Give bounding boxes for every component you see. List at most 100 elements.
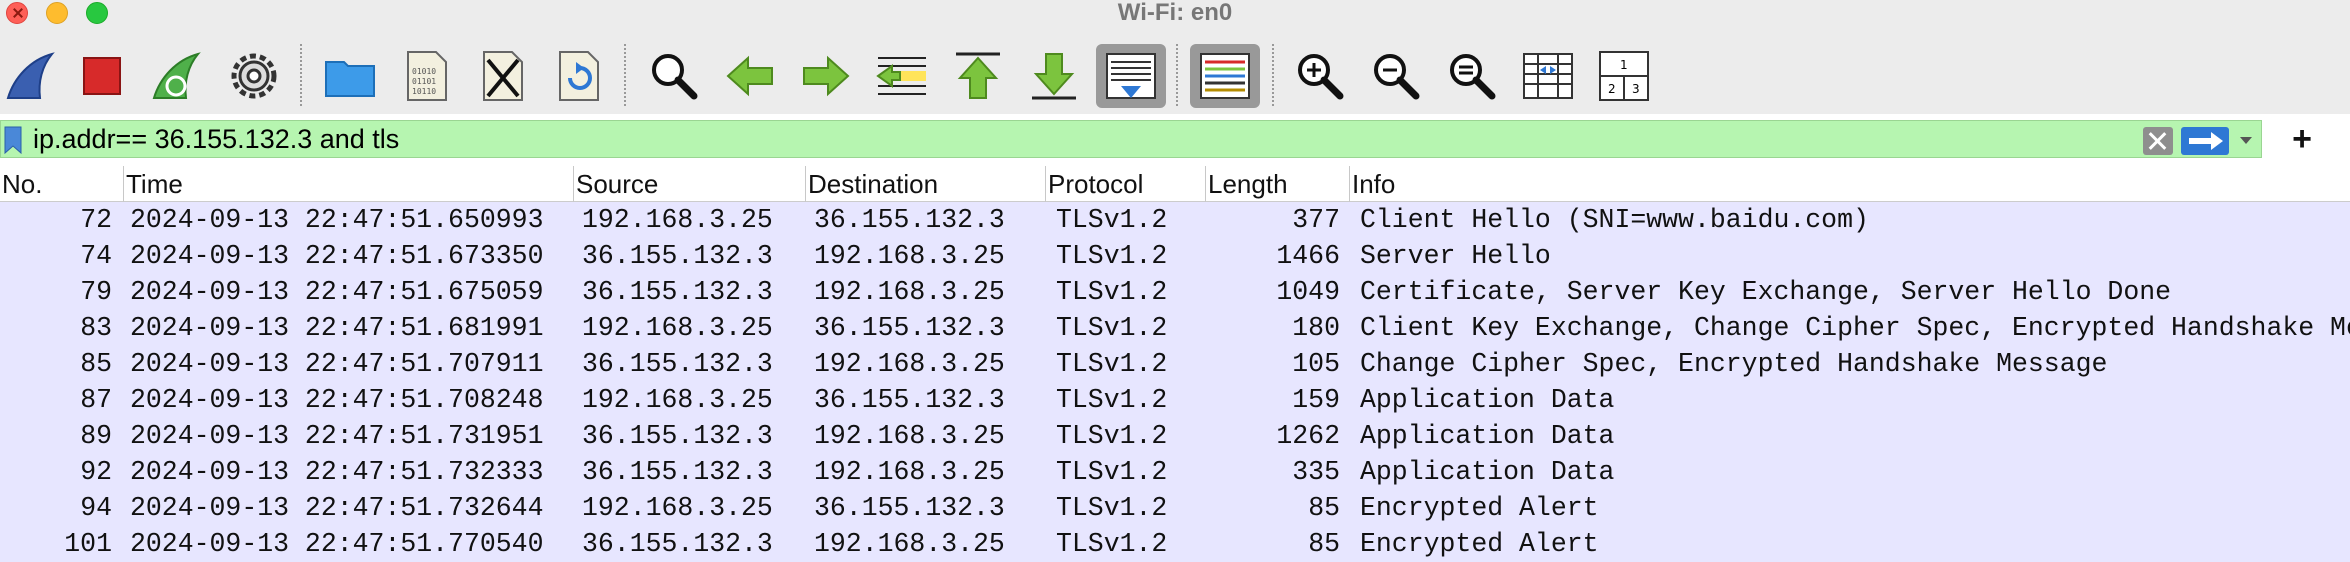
- packet-destination: 36.155.132.3: [814, 385, 1005, 415]
- arrow-right-icon: [803, 55, 850, 97]
- column-header-destination[interactable]: Destination: [806, 166, 1046, 202]
- close-file-button[interactable]: [470, 44, 534, 108]
- packet-row[interactable]: 85 2024-09-13 22:47:51.707911 36.155.132…: [0, 346, 2350, 382]
- packet-length: 85: [1308, 529, 1340, 559]
- column-header-protocol[interactable]: Protocol: [1046, 166, 1206, 202]
- packet-time: 2024-09-13 22:47:51.770540: [130, 529, 544, 559]
- arrow-down-to-bottom-icon: [1032, 53, 1076, 100]
- bookmark-icon[interactable]: [3, 125, 23, 155]
- toolbar-separator: [300, 44, 302, 106]
- main-toolbar: 01010 01101 10110 1 2 3: [0, 26, 2350, 114]
- packet-source: 192.168.3.25: [582, 385, 773, 415]
- auto-scroll-button[interactable]: [1096, 44, 1166, 108]
- go-to-packet-button[interactable]: [870, 44, 934, 108]
- packet-destination: 36.155.132.3: [814, 493, 1005, 523]
- packet-row[interactable]: 83 2024-09-13 22:47:51.681991 192.168.3.…: [0, 310, 2350, 346]
- go-first-packet-button[interactable]: [946, 44, 1010, 108]
- packet-row[interactable]: 79 2024-09-13 22:47:51.675059 36.155.132…: [0, 274, 2350, 310]
- packet-info: Encrypted Alert: [1360, 529, 1599, 559]
- packet-source: 36.155.132.3: [582, 457, 773, 487]
- apply-filter-button[interactable]: [2181, 127, 2229, 155]
- layout-button[interactable]: 12 3: [1592, 44, 1656, 108]
- restart-fin-icon: [152, 52, 201, 99]
- packet-length: 335: [1292, 457, 1340, 487]
- packet-source: 36.155.132.3: [582, 529, 773, 559]
- packet-time: 2024-09-13 22:47:51.708248: [130, 385, 544, 415]
- save-file-button[interactable]: 01010 01101 10110: [394, 44, 458, 108]
- packet-source: 36.155.132.3: [582, 241, 773, 271]
- add-filter-button[interactable]: +: [2282, 120, 2322, 158]
- packet-destination: 192.168.3.25: [814, 421, 1005, 451]
- close-file-icon: [483, 51, 523, 101]
- packet-protocol: TLSv1.2: [1056, 205, 1168, 235]
- svg-text:10110: 10110: [412, 87, 436, 96]
- packet-row[interactable]: 89 2024-09-13 22:47:51.731951 36.155.132…: [0, 418, 2350, 454]
- packet-list: 72 2024-09-13 22:47:51.650993 192.168.3.…: [0, 202, 2350, 562]
- packet-no: 74: [80, 241, 112, 271]
- auto-scroll-icon: [1106, 53, 1156, 99]
- zoom-out-button[interactable]: [1364, 44, 1428, 108]
- packet-protocol: TLSv1.2: [1056, 529, 1168, 559]
- packet-info: Application Data: [1360, 457, 1615, 487]
- zoom-in-icon: [1298, 54, 1344, 100]
- column-header-length[interactable]: Length: [1206, 166, 1350, 202]
- toolbar-separator: [1176, 44, 1178, 106]
- packet-row[interactable]: 87 2024-09-13 22:47:51.708248 192.168.3.…: [0, 382, 2350, 418]
- colorize-button[interactable]: [1190, 44, 1260, 108]
- column-header-source[interactable]: Source: [574, 166, 806, 202]
- toolbar-separator: [1272, 44, 1274, 106]
- capture-options-button[interactable]: [222, 44, 286, 108]
- go-forward-button[interactable]: [794, 44, 858, 108]
- layout-panes-icon: 12 3: [1599, 51, 1649, 101]
- packet-time: 2024-09-13 22:47:51.673350: [130, 241, 544, 271]
- column-header-time[interactable]: Time: [124, 166, 574, 202]
- packet-info: Application Data: [1360, 421, 1615, 451]
- shark-fin-icon: [6, 52, 55, 99]
- packet-info: Certificate, Server Key Exchange, Server…: [1360, 277, 2172, 307]
- packet-source: 192.168.3.25: [582, 493, 773, 523]
- go-back-button[interactable]: [718, 44, 782, 108]
- packet-no: 92: [80, 457, 112, 487]
- packet-info: Application Data: [1360, 385, 1615, 415]
- layout-label-3: 3: [1632, 82, 1640, 96]
- packet-no: 94: [80, 493, 112, 523]
- packet-time: 2024-09-13 22:47:51.732333: [130, 457, 544, 487]
- go-last-packet-button[interactable]: [1022, 44, 1086, 108]
- packet-source: 192.168.3.25: [582, 205, 773, 235]
- zoom-in-button[interactable]: [1288, 44, 1352, 108]
- packet-row[interactable]: 94 2024-09-13 22:47:51.732644 192.168.3.…: [0, 490, 2350, 526]
- packet-info: Client Hello (SNI=www.baidu.com): [1360, 205, 1869, 235]
- packet-destination: 36.155.132.3: [814, 313, 1005, 343]
- packet-info: Change Cipher Spec, Encrypted Handshake …: [1360, 349, 2108, 379]
- reload-file-button[interactable]: [546, 44, 610, 108]
- start-capture-button[interactable]: [0, 44, 64, 108]
- packet-length: 1262: [1276, 421, 1340, 451]
- column-header-no[interactable]: No.: [0, 166, 124, 202]
- packet-destination: 36.155.132.3: [814, 205, 1005, 235]
- packet-source: 36.155.132.3: [582, 277, 773, 307]
- display-filter-input[interactable]: [33, 121, 2133, 157]
- packet-row[interactable]: 74 2024-09-13 22:47:51.673350 36.155.132…: [0, 238, 2350, 274]
- stop-icon: [83, 57, 121, 95]
- clear-filter-button[interactable]: [2143, 127, 2173, 155]
- display-filter-bar: [0, 120, 2262, 158]
- layout-label-1: 1: [1620, 58, 1628, 72]
- packet-row[interactable]: 101 2024-09-13 22:47:51.770540 36.155.13…: [0, 526, 2350, 562]
- packet-row[interactable]: 72 2024-09-13 22:47:51.650993 192.168.3.…: [0, 202, 2350, 238]
- packet-no: 72: [80, 205, 112, 235]
- packet-destination: 192.168.3.25: [814, 349, 1005, 379]
- resize-columns-button[interactable]: [1516, 44, 1580, 108]
- toolbar-separator: [624, 44, 626, 106]
- packet-no: 101: [64, 529, 112, 559]
- chevron-down-icon[interactable]: [2239, 133, 2253, 147]
- find-packet-button[interactable]: [642, 44, 706, 108]
- stop-capture-button[interactable]: [70, 44, 134, 108]
- restart-capture-button[interactable]: [146, 44, 210, 108]
- normal-size-button[interactable]: [1440, 44, 1504, 108]
- column-header-info[interactable]: Info: [1350, 166, 2350, 202]
- packet-time: 2024-09-13 22:47:51.650993: [130, 205, 544, 235]
- packet-destination: 192.168.3.25: [814, 277, 1005, 307]
- packet-row[interactable]: 92 2024-09-13 22:47:51.732333 36.155.132…: [0, 454, 2350, 490]
- open-file-button[interactable]: [318, 44, 382, 108]
- zoom-reset-icon: [1450, 54, 1496, 100]
